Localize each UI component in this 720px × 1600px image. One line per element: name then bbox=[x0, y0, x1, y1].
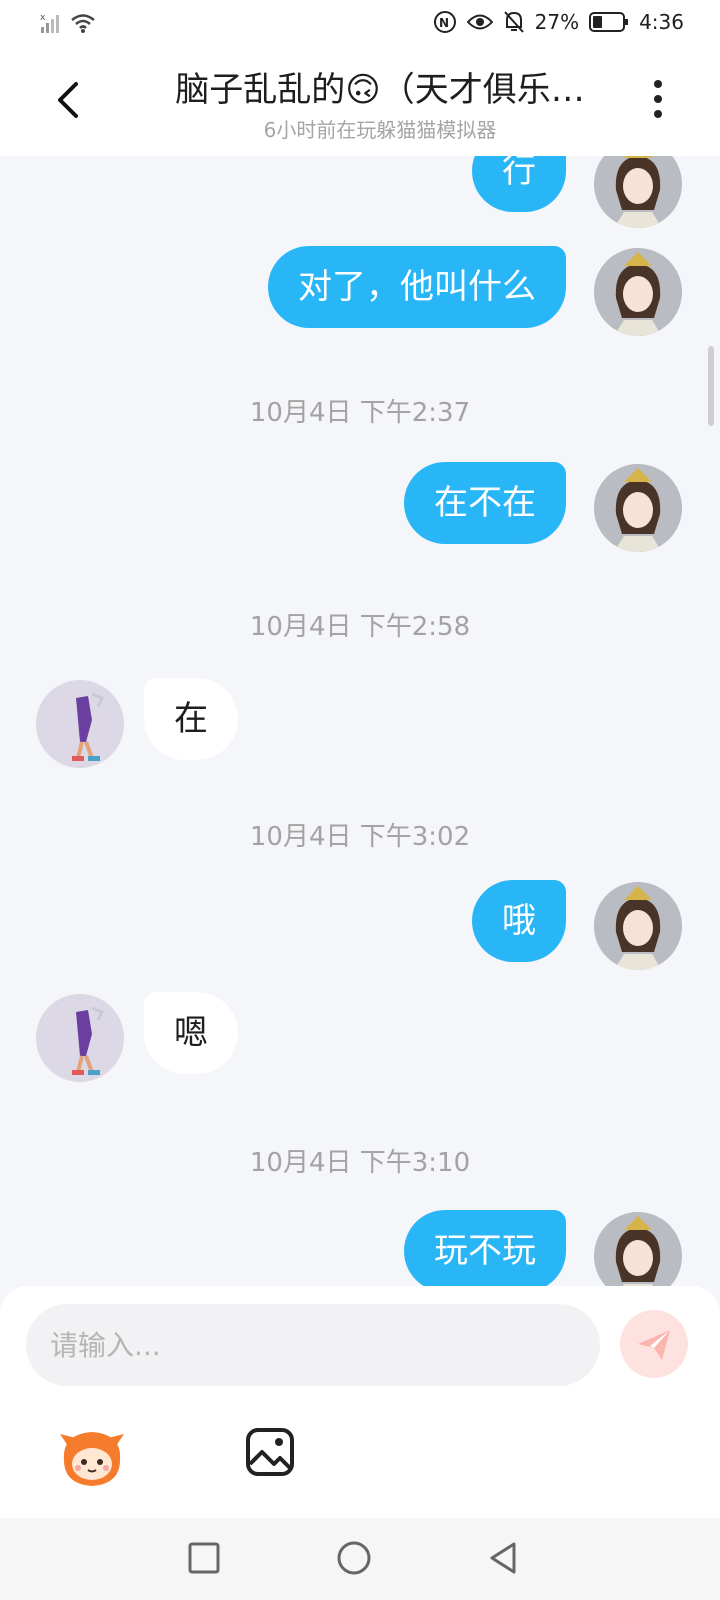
battery-percent: 27% bbox=[534, 10, 580, 34]
send-button[interactable] bbox=[620, 1310, 688, 1378]
message-timestamp: 10月4日 下午3:02 bbox=[249, 822, 471, 852]
circle-icon bbox=[337, 1541, 371, 1575]
more-options-button[interactable] bbox=[646, 80, 670, 126]
system-nav-bar bbox=[0, 1518, 720, 1600]
recents-button[interactable] bbox=[186, 1540, 222, 1576]
paper-plane-icon bbox=[638, 1330, 670, 1360]
avatar-image bbox=[594, 156, 682, 228]
battery-icon bbox=[589, 12, 629, 32]
eye-icon bbox=[466, 14, 493, 30]
svg-text:N: N bbox=[439, 16, 449, 30]
chat-screen: x N 27% 4:36 脑子乱乱的🙃（天才俱乐… 6小时前在玩躲猫猫模拟器 行… bbox=[0, 0, 720, 1600]
avatar-image bbox=[36, 680, 124, 768]
message-bubble-self[interactable]: 行 bbox=[472, 156, 566, 212]
status-bar: x N 27% 4:36 bbox=[0, 0, 720, 48]
avatar-other[interactable] bbox=[36, 994, 124, 1082]
avatar-image bbox=[36, 994, 124, 1082]
avatar-image bbox=[594, 1212, 682, 1286]
clock: 4:36 bbox=[639, 10, 684, 34]
svg-text:x: x bbox=[40, 13, 46, 23]
wifi-icon bbox=[71, 14, 95, 33]
message-input[interactable] bbox=[26, 1304, 600, 1386]
image-icon bbox=[246, 1428, 294, 1476]
chat-header: 脑子乱乱的🙃（天才俱乐… 6小时前在玩躲猫猫模拟器 bbox=[0, 48, 720, 156]
avatar-image bbox=[594, 464, 682, 552]
message-list[interactable]: 行 对了，他叫什么 10月4日 下午2:37 在不在 10月4日 下午2:58 … bbox=[0, 156, 720, 1286]
avatar-self[interactable] bbox=[594, 248, 682, 336]
status-right: N 27% 4:36 bbox=[433, 10, 684, 34]
bell-muted-icon bbox=[503, 11, 524, 33]
home-button[interactable] bbox=[336, 1540, 372, 1576]
status-left: x bbox=[40, 12, 96, 34]
back-nav-button[interactable] bbox=[486, 1540, 522, 1576]
avatar-image bbox=[594, 882, 682, 970]
nfc-icon: N bbox=[433, 11, 456, 33]
triangle-back-icon bbox=[490, 1542, 516, 1574]
message-timestamp: 10月4日 下午2:58 bbox=[249, 612, 471, 642]
signal-icon: x bbox=[40, 13, 59, 33]
more-vertical-icon bbox=[646, 80, 670, 118]
avatar-self[interactable] bbox=[594, 464, 682, 552]
avatar-self[interactable] bbox=[594, 1212, 682, 1286]
message-bubble-other[interactable]: 在 bbox=[144, 678, 238, 760]
message-timestamp: 10月4日 下午3:10 bbox=[249, 1148, 471, 1178]
square-icon bbox=[188, 1542, 220, 1574]
input-panel bbox=[0, 1286, 720, 1518]
avatar-self[interactable] bbox=[594, 156, 682, 228]
mascot-emoji-icon bbox=[60, 1432, 124, 1486]
message-bubble-self[interactable]: 在不在 bbox=[404, 462, 566, 544]
message-bubble-self[interactable]: 哦 bbox=[472, 880, 566, 962]
message-bubble-self[interactable]: 对了，他叫什么 bbox=[268, 246, 566, 328]
avatar-image bbox=[594, 248, 682, 336]
chat-title: 脑子乱乱的🙃（天才俱乐… bbox=[175, 70, 585, 110]
avatar-self[interactable] bbox=[594, 882, 682, 970]
message-timestamp: 10月4日 下午2:37 bbox=[249, 398, 471, 428]
chat-subtitle: 6小时前在玩躲猫猫模拟器 bbox=[263, 118, 497, 142]
chevron-left-icon bbox=[58, 82, 78, 118]
message-bubble-other[interactable]: 嗯 bbox=[144, 992, 238, 1074]
message-bubble-self[interactable]: 玩不玩 bbox=[404, 1210, 566, 1286]
image-button[interactable] bbox=[244, 1426, 296, 1478]
back-button[interactable] bbox=[46, 74, 90, 126]
avatar-other[interactable] bbox=[36, 680, 124, 768]
emoji-button[interactable] bbox=[54, 1420, 130, 1496]
